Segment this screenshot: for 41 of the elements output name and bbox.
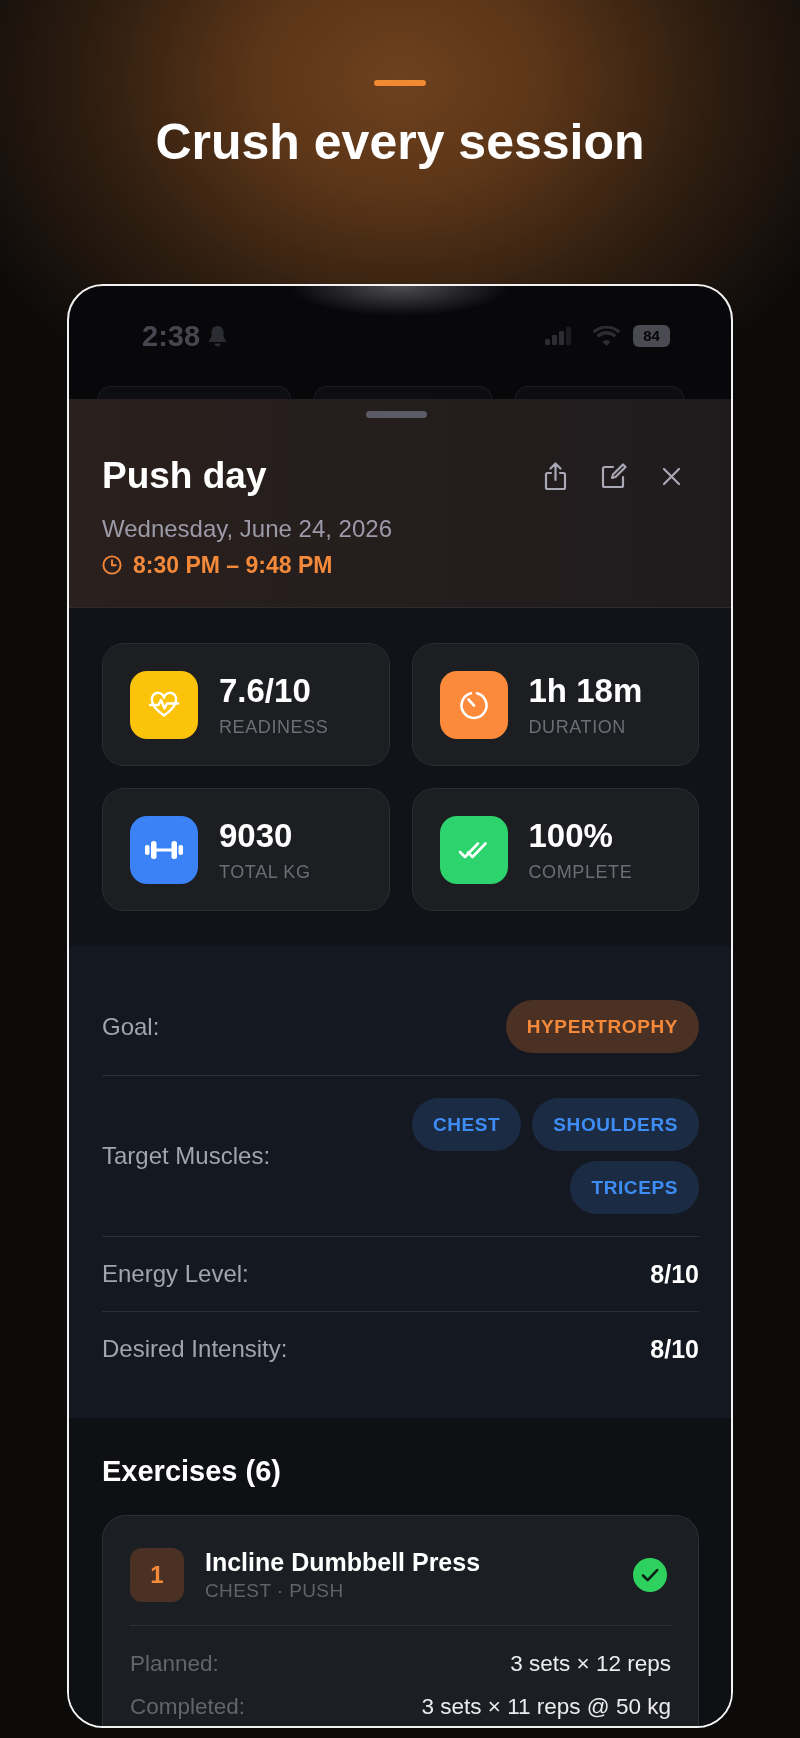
edit-icon [599, 462, 627, 490]
detail-label: Desired Intensity: [102, 1334, 288, 1364]
detail-value: 8/10 [650, 1259, 699, 1289]
detail-label: Energy Level: [102, 1259, 249, 1289]
set-value: 3 sets × 12 reps [510, 1650, 671, 1678]
set-label: Planned: [130, 1650, 219, 1678]
exercise-number: 1 [130, 1548, 184, 1602]
clock-icon [102, 555, 122, 575]
battery-indicator: 84 [633, 325, 670, 347]
detail-label: Goal: [102, 1011, 160, 1042]
tag-chip: CHEST [411, 1098, 522, 1151]
exercise-name: Incline Dumbbell Press [205, 1547, 482, 1577]
session-time: 8:30 PM – 9:48 PM [133, 551, 333, 579]
share-icon [543, 461, 567, 491]
stat-label: COMPLETE [528, 860, 633, 883]
stat-value: 100% [528, 816, 614, 855]
session-title: Push day [102, 454, 267, 498]
headline: Crush every session [155, 113, 645, 171]
tag-chip: TRICEPS [570, 1161, 699, 1214]
detail-value: 8/10 [650, 1334, 699, 1364]
section-heading: Exercises (6) [102, 1455, 282, 1487]
tag-chip: SHOULDERS [532, 1098, 699, 1151]
exercise-category: CHEST · PUSH [205, 1579, 345, 1603]
set-label: Completed: [130, 1693, 246, 1721]
tag-chip: HYPERTROPHY [505, 1000, 699, 1053]
set-value: 3 sets × 11 reps @ 50 kg [421, 1693, 671, 1721]
stat-value: 9030 [219, 816, 294, 855]
stat-label: READINESS [219, 715, 329, 738]
detail-label: Target Muscles: [102, 1141, 271, 1171]
stat-value: 1h 18m [528, 671, 643, 710]
stat-label: DURATION [528, 715, 627, 738]
accent-bar [374, 80, 426, 86]
drag-handle[interactable] [366, 411, 427, 418]
stat-value: 7.6/10 [219, 671, 312, 710]
wifi-icon [593, 326, 620, 346]
stat-label: TOTAL KG [219, 860, 311, 883]
close-icon [661, 466, 681, 486]
session-date: Wednesday, June 24, 2026 [102, 515, 393, 543]
signal-icon [545, 327, 572, 345]
status-time: 2:38 [142, 319, 201, 353]
bell-icon [208, 325, 228, 347]
